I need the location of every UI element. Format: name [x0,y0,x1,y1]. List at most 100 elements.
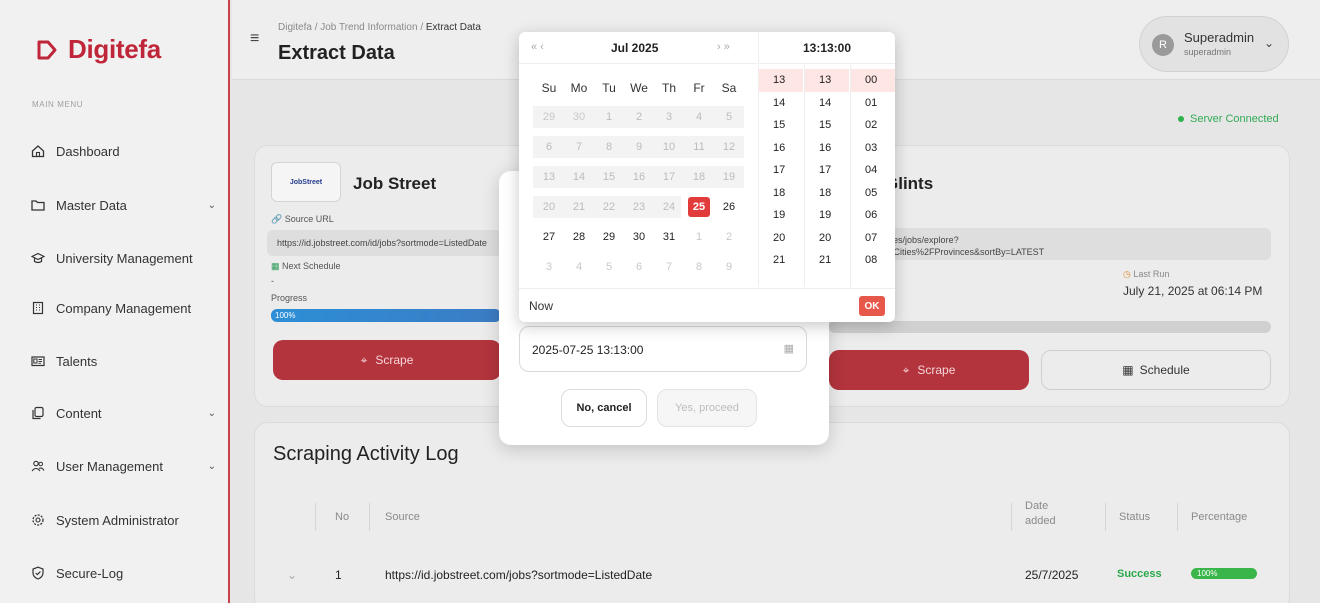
scrape-button-jobstreet[interactable]: ⌖ Scrape [273,340,501,380]
sidebar-item-dashboard[interactable]: Dashboard [30,139,220,163]
hours-column[interactable]: 13 14 15 16 17 18 19 20 21 [759,69,803,272]
calendar-day[interactable]: 18 [688,167,710,187]
calendar-day[interactable]: 21 [568,197,590,217]
calendar-day[interactable]: 8 [688,257,710,277]
proceed-button[interactable]: Yes, proceed [657,389,757,427]
calendar-day[interactable]: 28 [568,227,590,247]
calendar-day[interactable]: 30 [628,227,650,247]
minute-option[interactable]: 16 [805,137,849,160]
calendar-day[interactable]: 14 [568,167,590,187]
user-menu[interactable]: R Superadmin superadmin ⌄ [1139,16,1289,72]
source-url-field[interactable]: https://id.jobstreet.com/id/jobs?sortmod… [267,230,503,256]
sidebar-item-secure-log[interactable]: Secure-Log [30,561,220,585]
calendar-day[interactable]: 26 [718,197,740,217]
second-option[interactable]: 04 [851,159,895,182]
hour-option[interactable]: 13 [759,69,803,92]
seconds-column[interactable]: 00 01 02 03 04 05 06 07 08 [851,69,895,272]
breadcrumb-item[interactable]: Digitefa [278,22,312,33]
calendar-day[interactable]: 1 [598,107,620,127]
calendar-day[interactable]: 13 [538,167,560,187]
calendar-day[interactable]: 29 [538,107,560,127]
calendar-day[interactable]: 31 [658,227,680,247]
minute-option[interactable]: 21 [805,249,849,272]
hour-option[interactable]: 21 [759,249,803,272]
sidebar-item-user-management[interactable]: User Management ⌄ [30,454,220,478]
calendar-day[interactable]: 25 [688,197,710,217]
calendar-day[interactable]: 19 [718,167,740,187]
cancel-button[interactable]: No, cancel [561,389,647,427]
calendar-day[interactable]: 15 [598,167,620,187]
hour-option[interactable]: 15 [759,114,803,137]
calendar-day[interactable]: 2 [718,227,740,247]
calendar-day[interactable]: 30 [568,107,590,127]
calendar-day[interactable]: 24 [658,197,680,217]
sidebar-item-university-management[interactable]: University Management [30,246,220,270]
datetime-input[interactable]: 2025-07-25 13:13:00 ▦ [519,326,807,372]
calendar-day[interactable]: 23 [628,197,650,217]
second-option[interactable]: 07 [851,227,895,250]
minute-option[interactable]: 14 [805,92,849,115]
calendar-day[interactable]: 9 [718,257,740,277]
calendar-day[interactable]: 7 [658,257,680,277]
hour-option[interactable]: 17 [759,159,803,182]
minute-option[interactable]: 20 [805,227,849,250]
second-option[interactable]: 02 [851,114,895,137]
minute-option[interactable]: 13 [805,69,849,92]
month-year-label[interactable]: Jul 2025 [611,41,658,55]
calendar-day[interactable]: 27 [538,227,560,247]
calendar-day[interactable]: 6 [628,257,650,277]
calendar-day[interactable]: 7 [568,137,590,157]
calendar-day[interactable]: 16 [628,167,650,187]
second-option[interactable]: 08 [851,249,895,272]
expand-row-chevron-icon[interactable]: ⌄ [287,568,297,582]
second-option[interactable]: 05 [851,182,895,205]
calendar-day[interactable]: 3 [538,257,560,277]
second-option[interactable]: 03 [851,137,895,160]
calendar-day[interactable]: 6 [538,137,560,157]
hour-option[interactable]: 18 [759,182,803,205]
second-option[interactable]: 00 [851,69,895,92]
calendar-day[interactable]: 3 [658,107,680,127]
source-url-field[interactable]: /id/opportunities/jobs/explore? onName=A… [829,228,1271,260]
hamburger-menu-icon[interactable]: ≡ [250,30,259,48]
calendar-day[interactable]: 11 [688,137,710,157]
sidebar-item-company-management[interactable]: Company Management [30,296,220,320]
sidebar-item-system-administrator[interactable]: System Administrator [30,508,220,532]
ok-button[interactable]: OK [859,296,885,316]
second-option[interactable]: 06 [851,204,895,227]
calendar-day[interactable]: 4 [688,107,710,127]
calendar-day[interactable]: 5 [718,107,740,127]
brand-logo[interactable]: Digitefa [36,34,161,65]
sidebar-item-talents[interactable]: Talents [30,349,220,373]
minute-option[interactable]: 19 [805,204,849,227]
hour-option[interactable]: 16 [759,137,803,160]
prev-year-month-icon[interactable]: « ‹ [531,41,544,53]
calendar-day[interactable]: 5 [598,257,620,277]
scrape-button-glints[interactable]: ⌖ Scrape [829,350,1029,390]
calendar-day[interactable]: 9 [628,137,650,157]
minute-option[interactable]: 18 [805,182,849,205]
table-row[interactable]: ⌄ 1 https://id.jobstreet.com/jobs?sortmo… [273,568,1273,590]
calendar-day[interactable]: 20 [538,197,560,217]
hour-option[interactable]: 14 [759,92,803,115]
sidebar-item-master-data[interactable]: Master Data ⌄ [30,193,220,217]
schedule-button[interactable]: ▦ Schedule [1041,350,1271,390]
hour-option[interactable]: 20 [759,227,803,250]
minutes-column[interactable]: 13 14 15 16 17 18 19 20 21 [805,69,849,272]
next-month-year-icon[interactable]: › » [717,41,730,53]
calendar-day[interactable]: 4 [568,257,590,277]
calendar-day[interactable]: 17 [658,167,680,187]
minute-option[interactable]: 17 [805,159,849,182]
calendar-day[interactable]: 29 [598,227,620,247]
calendar-day[interactable]: 2 [628,107,650,127]
calendar-icon[interactable]: ▦ [784,342,794,355]
calendar-day[interactable]: 1 [688,227,710,247]
calendar-day[interactable]: 22 [598,197,620,217]
now-button[interactable]: Now [529,299,553,313]
minute-option[interactable]: 15 [805,114,849,137]
sidebar-item-content[interactable]: Content ⌄ [30,401,220,425]
calendar-day[interactable]: 8 [598,137,620,157]
calendar-day[interactable]: 12 [718,137,740,157]
hour-option[interactable]: 19 [759,204,803,227]
calendar-day[interactable]: 10 [658,137,680,157]
